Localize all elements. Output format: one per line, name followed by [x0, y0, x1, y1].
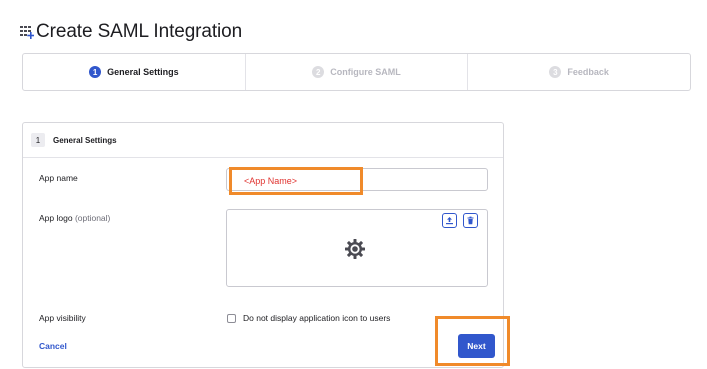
app-visibility-label: App visibility	[39, 313, 86, 323]
hide-icon-checkbox-label[interactable]: Do not display application icon to users	[243, 313, 390, 323]
upload-button[interactable]	[442, 213, 457, 228]
hide-icon-checkbox[interactable]	[227, 313, 236, 323]
step-configure-saml[interactable]: 2 Configure SAML	[246, 54, 469, 90]
step-general-settings[interactable]: 1 General Settings	[23, 54, 246, 90]
step-label: General Settings	[107, 67, 179, 77]
gear-icon	[344, 238, 366, 260]
step-feedback[interactable]: 3 Feedback	[468, 54, 690, 90]
app-name-highlight[interactable]: <App Name>	[229, 167, 363, 195]
visibility-option: Do not display application icon to users	[227, 313, 390, 323]
cancel-link[interactable]: Cancel	[39, 341, 67, 351]
page-header: Create SAML Integration	[20, 19, 242, 45]
step-number: 2	[312, 66, 325, 78]
app-logo-dropzone[interactable]	[226, 209, 488, 287]
step-number: 3	[549, 66, 562, 78]
wizard-stepper: 1 General Settings 2 Configure SAML 3 Fe…	[22, 53, 691, 91]
section-number: 1	[31, 133, 45, 147]
next-button[interactable]: Next	[458, 334, 495, 358]
app-grid-add-icon	[20, 25, 35, 39]
trash-icon	[466, 212, 475, 230]
page-title: Create SAML Integration	[36, 21, 243, 42]
general-settings-card: 1 General Settings App name <App Name> A…	[22, 122, 510, 368]
app-logo-label-text: App logo	[39, 213, 73, 223]
section-title: General Settings	[53, 135, 117, 145]
step-number: 1	[89, 66, 102, 78]
app-name-label: App name	[39, 173, 78, 183]
section-header: 1 General Settings	[23, 123, 503, 158]
delete-button[interactable]	[463, 213, 478, 228]
app-name-value: <App Name>	[244, 176, 298, 186]
step-label: Feedback	[567, 67, 609, 77]
optional-hint: (optional)	[74, 213, 111, 223]
step-label: Configure SAML	[330, 67, 401, 77]
upload-icon	[445, 212, 454, 230]
app-logo-label: App logo (optional)	[39, 213, 110, 223]
